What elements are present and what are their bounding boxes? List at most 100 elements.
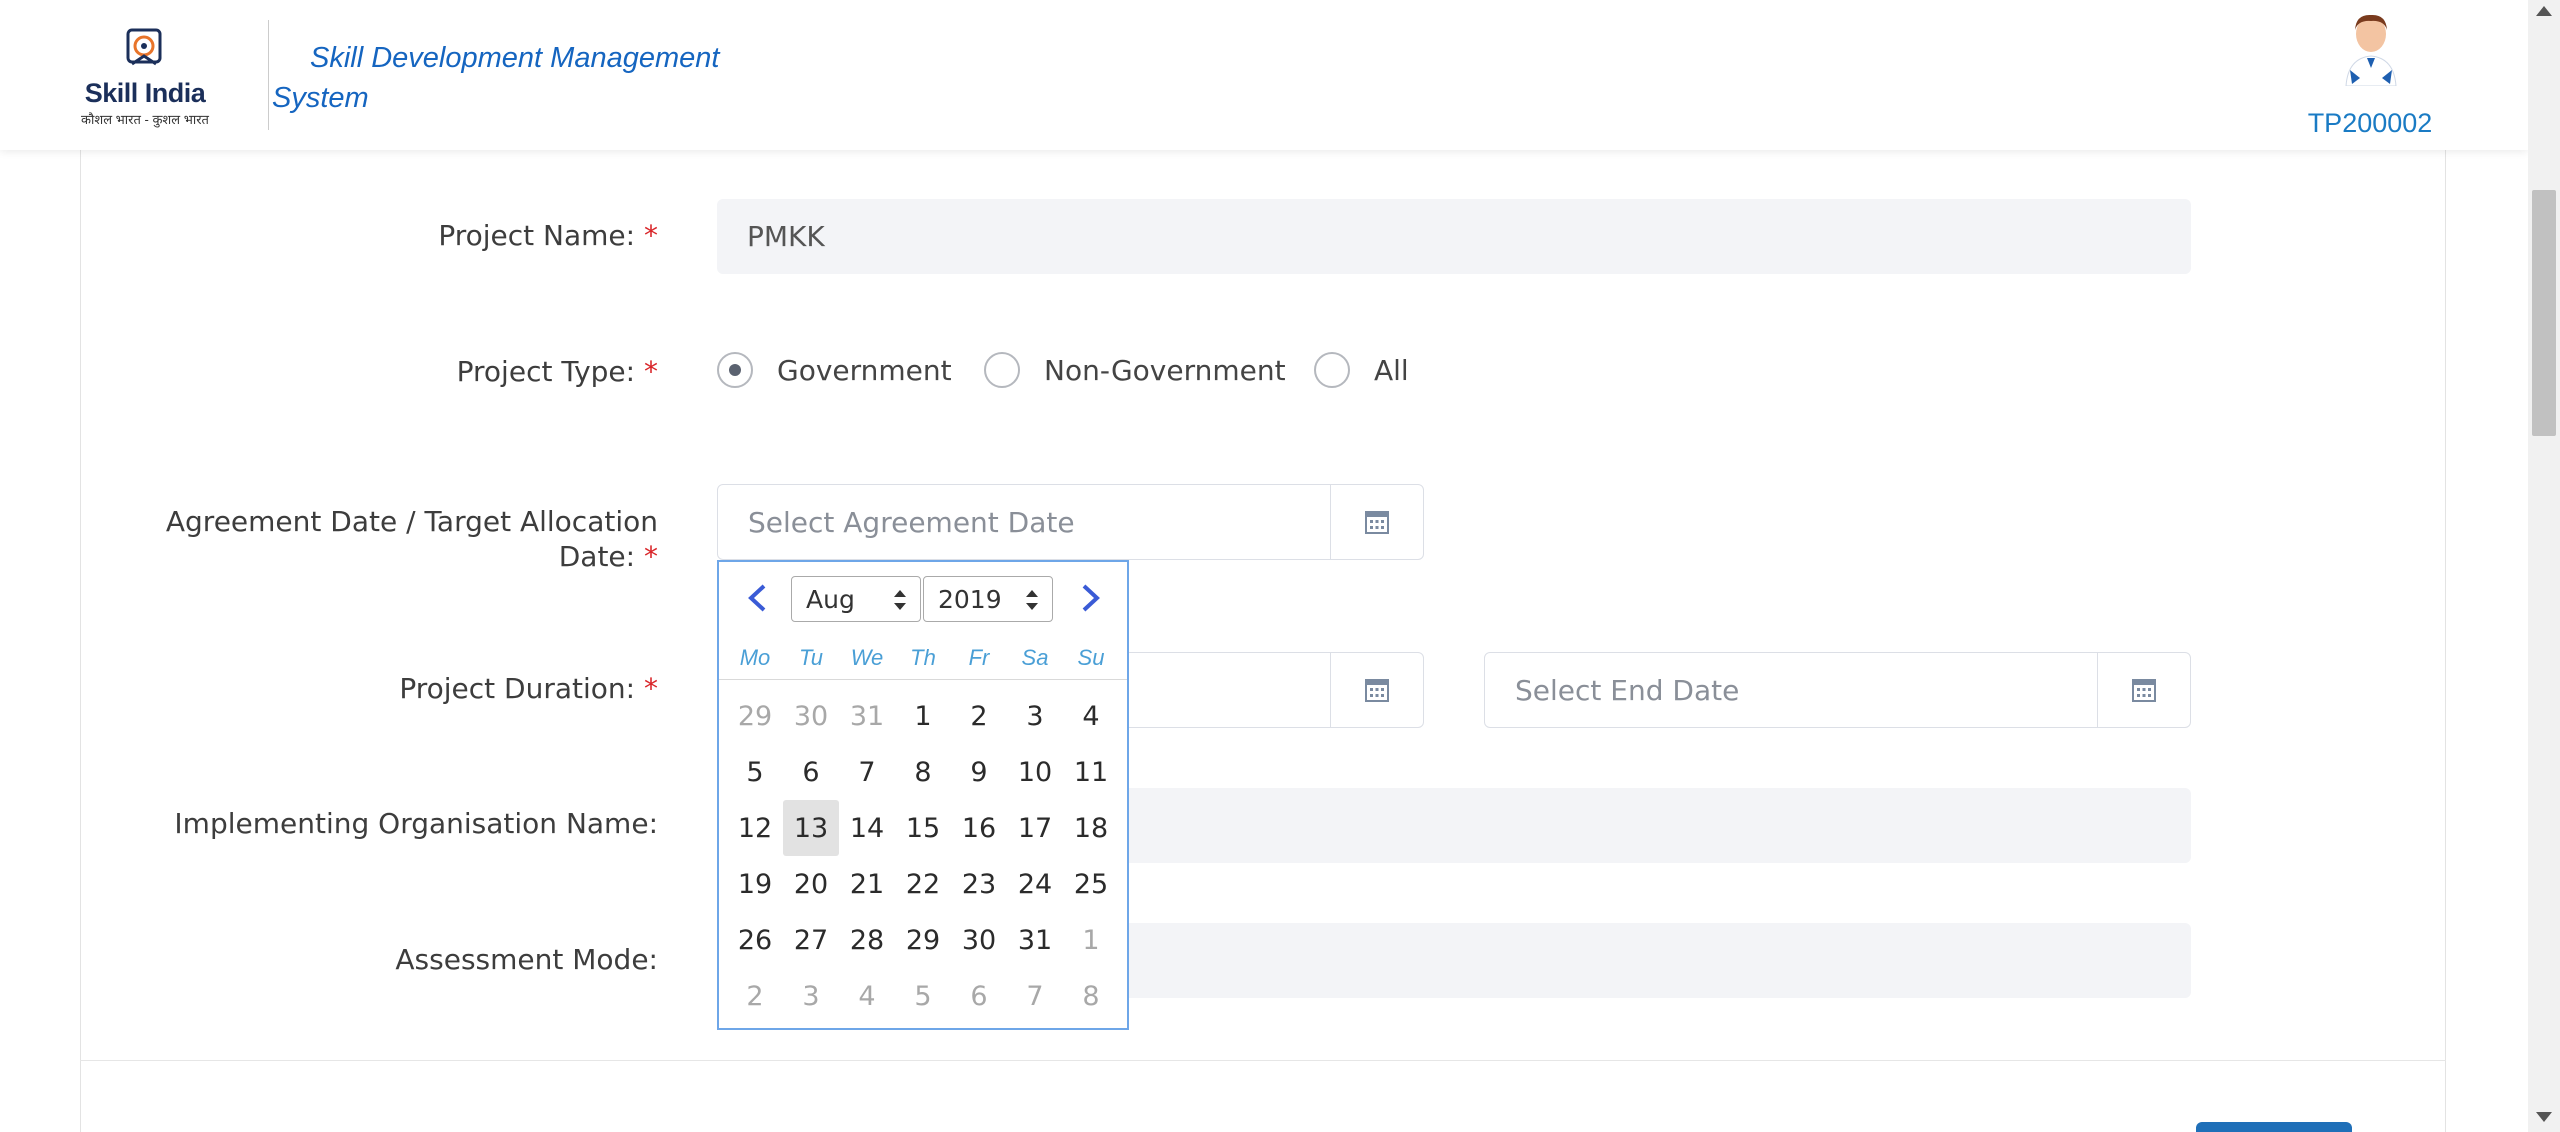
app-header: Skill India कौशल भारत - कुशल भारत Skill … — [0, 0, 2528, 150]
required-asterisk: * — [644, 355, 658, 388]
radio-non-government[interactable]: Non-Government — [984, 352, 1286, 388]
calendar-week: 2 3 4 5 6 7 8 — [727, 968, 1127, 1024]
calendar-day[interactable]: 28 — [839, 912, 895, 968]
radio-circle-checked[interactable] — [717, 352, 753, 388]
weekday-header: Mo Tu We Th Fr Sa Su — [719, 640, 1127, 680]
end-date-calendar-button[interactable] — [2098, 653, 2190, 727]
project-duration-label: Project Duration: * — [399, 671, 658, 706]
start-date-calendar-button[interactable] — [1331, 653, 1423, 727]
submit-button[interactable] — [2196, 1122, 2352, 1132]
calendar-day[interactable]: 8 — [1063, 968, 1119, 1024]
user-avatar-icon[interactable] — [2338, 12, 2404, 86]
calendar-day[interactable]: 23 — [951, 856, 1007, 912]
app-title: Skill Development Management System — [272, 42, 720, 114]
logo-title: Skill India — [84, 78, 206, 108]
project-name-field[interactable]: PMKK — [717, 199, 2191, 274]
calendar-day[interactable]: 4 — [839, 968, 895, 1024]
calendar-day[interactable]: 1 — [895, 688, 951, 744]
implementing-org-label: Implementing Organisation Name: — [174, 806, 658, 841]
project-duration-label-text: Project Duration: — [399, 672, 636, 705]
calendar-day[interactable]: 22 — [895, 856, 951, 912]
calendar-day-highlighted[interactable]: 13 — [783, 800, 839, 856]
scroll-up-arrow-icon[interactable] — [2536, 6, 2552, 16]
calendar-day[interactable]: 31 — [1007, 912, 1063, 968]
radio-all[interactable]: All — [1314, 352, 1409, 388]
calendar-day[interactable]: 11 — [1063, 744, 1119, 800]
calendar-day[interactable]: 29 — [727, 688, 783, 744]
calendar-day[interactable]: 4 — [1063, 688, 1119, 744]
agreement-date-placeholder[interactable]: Select Agreement Date — [718, 485, 1331, 559]
radio-dot — [729, 364, 741, 376]
required-asterisk: * — [644, 540, 658, 573]
year-select-value: 2019 — [938, 584, 1002, 614]
project-name-value: PMKK — [747, 220, 825, 253]
scrollbar-thumb[interactable] — [2532, 190, 2556, 436]
calendar-day[interactable]: 17 — [1007, 800, 1063, 856]
agreement-date-label: Agreement Date / Target Allocation Date:… — [166, 504, 658, 574]
calendar-day[interactable]: 30 — [783, 688, 839, 744]
month-select[interactable]: Aug — [791, 576, 921, 622]
user-id[interactable]: TP200002 — [2280, 108, 2460, 139]
calendar-day[interactable]: 8 — [895, 744, 951, 800]
vertical-scrollbar[interactable] — [2528, 0, 2560, 1132]
weekday-label: Su — [1077, 645, 1105, 670]
calendar-icon — [1365, 511, 1389, 534]
calendar-day[interactable]: 27 — [783, 912, 839, 968]
scroll-down-arrow-icon[interactable] — [2536, 1112, 2552, 1122]
implementing-org-label-text: Implementing Organisation Name: — [174, 807, 658, 840]
calendar-day[interactable]: 3 — [1007, 688, 1063, 744]
calendar-day[interactable]: 14 — [839, 800, 895, 856]
required-asterisk: * — [644, 219, 658, 252]
project-type-label: Project Type: * — [457, 354, 658, 389]
next-month-button[interactable] — [1071, 578, 1111, 618]
weekday-label: Fr — [968, 645, 990, 670]
radio-government[interactable]: Government — [717, 352, 952, 388]
radio-circle[interactable] — [1314, 352, 1350, 388]
calendar-day[interactable]: 16 — [951, 800, 1007, 856]
calendar-day[interactable]: 31 — [839, 688, 895, 744]
calendar-day[interactable]: 26 — [727, 912, 783, 968]
calendar-day[interactable]: 30 — [951, 912, 1007, 968]
calendar-day[interactable]: 12 — [727, 800, 783, 856]
assessment-mode-label-text: Assessment Mode: — [395, 943, 658, 976]
calendar-day[interactable]: 5 — [727, 744, 783, 800]
calendar-day[interactable]: 21 — [839, 856, 895, 912]
end-date-placeholder[interactable]: Select End Date — [1485, 653, 2098, 727]
project-type-label-text: Project Type: — [456, 355, 636, 388]
calendar-day[interactable]: 2 — [727, 968, 783, 1024]
calendar-day[interactable]: 7 — [1007, 968, 1063, 1024]
logo-subtitle: कौशल भारत - कुशल भारत — [81, 112, 209, 127]
chevron-left-icon — [748, 584, 766, 612]
radio-government-label: Government — [777, 353, 952, 387]
calendar-day[interactable]: 10 — [1007, 744, 1063, 800]
calendar-day[interactable]: 9 — [951, 744, 1007, 800]
calendar-day[interactable]: 6 — [951, 968, 1007, 1024]
radio-all-label: All — [1374, 353, 1409, 387]
calendar-day[interactable]: 24 — [1007, 856, 1063, 912]
weekday-label: Tu — [798, 645, 824, 670]
year-select[interactable]: 2019 — [923, 576, 1053, 622]
calendar-day[interactable]: 2 — [951, 688, 1007, 744]
calendar-day[interactable]: 1 — [1063, 912, 1119, 968]
datepicker-popup: Aug 2019 Mo Tu We Th Fr Sa Su 29 30 31 1… — [717, 560, 1129, 1030]
calendar-day[interactable]: 25 — [1063, 856, 1119, 912]
calendar-day[interactable]: 5 — [895, 968, 951, 1024]
calendar-day[interactable]: 3 — [783, 968, 839, 1024]
end-date-input[interactable]: Select End Date — [1484, 652, 2191, 728]
calendar-day[interactable]: 19 — [727, 856, 783, 912]
calendar-day[interactable]: 7 — [839, 744, 895, 800]
calendar-day[interactable]: 6 — [783, 744, 839, 800]
calendar-day[interactable]: 20 — [783, 856, 839, 912]
calendar-icon — [1365, 679, 1389, 702]
calendar-grid: 29 30 31 1 2 3 4 5 6 7 8 9 10 11 12 13 1… — [727, 688, 1127, 1024]
agreement-date-label-line2: Date: — [558, 540, 636, 573]
prev-month-button[interactable] — [737, 578, 777, 618]
month-select-value: Aug — [806, 584, 855, 614]
agreement-date-calendar-button[interactable] — [1331, 485, 1423, 559]
calendar-day[interactable]: 29 — [895, 912, 951, 968]
radio-circle[interactable] — [984, 352, 1020, 388]
skill-india-logo[interactable]: Skill India कौशल भारत - कुशल भारत — [80, 26, 210, 127]
agreement-date-input[interactable]: Select Agreement Date — [717, 484, 1424, 560]
calendar-day[interactable]: 15 — [895, 800, 951, 856]
calendar-day[interactable]: 18 — [1063, 800, 1119, 856]
